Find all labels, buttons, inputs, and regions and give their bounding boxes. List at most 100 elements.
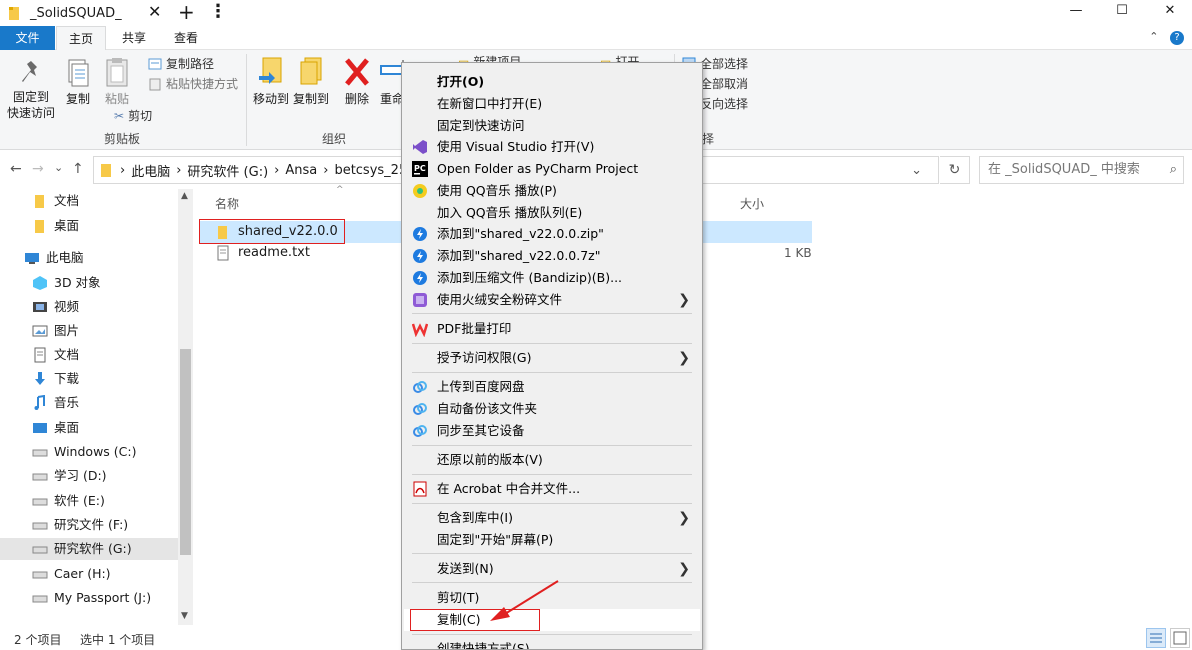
- search-icon: ⌕: [1169, 162, 1177, 177]
- scroll-up-icon[interactable]: ▲: [181, 191, 188, 201]
- menu-item-upload-baidu[interactable]: 上传到百度网盘: [404, 376, 700, 398]
- cut-button[interactable]: ✂ 剪切: [114, 108, 152, 124]
- menu-item-pin-start[interactable]: 固定到"开始"屏幕(P): [404, 529, 700, 551]
- tab-file[interactable]: 文件: [0, 26, 55, 50]
- folder-icon: [101, 164, 111, 177]
- scrollbar-thumb[interactable]: [180, 349, 191, 555]
- menu-item-acrobat-combine[interactable]: 在 Acrobat 中合并文件...: [404, 478, 700, 500]
- sidebar-item-this-pc[interactable]: 此电脑: [24, 247, 84, 269]
- sidebar-item-3d-objects[interactable]: 3D 对象: [32, 272, 101, 294]
- menu-item-sync-devices[interactable]: 同步至其它设备: [404, 420, 700, 442]
- menu-item-auto-backup[interactable]: 自动备份该文件夹: [404, 398, 700, 420]
- delete-button[interactable]: 删除: [340, 56, 374, 107]
- paste-shortcut-button[interactable]: 粘贴快捷方式: [148, 76, 238, 92]
- up-button[interactable]: ↑: [72, 161, 84, 177]
- search-input[interactable]: 在 _SolidSQUAD_ 中搜索 ⌕: [979, 156, 1184, 184]
- menu-item-qq-music-queue[interactable]: 加入 QQ音乐 播放队列(E): [404, 202, 700, 224]
- tab-share[interactable]: 共享: [110, 26, 158, 50]
- forward-button[interactable]: →: [32, 161, 44, 177]
- sidebar-item-drive-f[interactable]: 研究文件 (F:): [32, 514, 128, 536]
- sidebar-item-drive-e[interactable]: 软件 (E:): [32, 490, 105, 512]
- sidebar-item-label: 软件 (E:): [54, 493, 105, 508]
- sidebar-scrollbar[interactable]: ▲ ▼: [178, 189, 193, 625]
- menu-item-label: 在 Acrobat 中合并文件...: [437, 481, 581, 496]
- tab-home[interactable]: 主页: [56, 26, 106, 50]
- menu-item-qq-music-play[interactable]: 使用 QQ音乐 播放(P): [404, 180, 700, 202]
- menu-item-pdf-batch-print[interactable]: PDF批量打印: [404, 318, 700, 340]
- tab-view[interactable]: 查看: [162, 26, 210, 50]
- menu-item-open-visual-studio[interactable]: 使用 Visual Studio 打开(V): [404, 136, 700, 158]
- menu-separator: [412, 343, 692, 344]
- sidebar-item-drive-g[interactable]: 研究软件 (G:): [0, 538, 178, 560]
- copy-path-button[interactable]: 复制路径: [148, 56, 214, 72]
- scroll-down-icon[interactable]: ▼: [181, 611, 188, 621]
- copy-to-icon: [300, 57, 322, 85]
- menu-item-label: 加入 QQ音乐 播放队列(E): [437, 205, 583, 220]
- sidebar-item-drive-d[interactable]: 学习 (D:): [32, 465, 107, 487]
- sidebar-item-videos[interactable]: 视频: [32, 296, 79, 318]
- sidebar-item-desktop[interactable]: 桌面: [32, 417, 79, 439]
- drive-icon: [32, 595, 48, 603]
- tab-close-icon[interactable]: ✕: [148, 2, 161, 21]
- sidebar-item-documents-quick[interactable]: 文档: [32, 190, 79, 212]
- breadcrumb-sep: ›: [176, 162, 182, 178]
- delete-label: 删除: [344, 92, 369, 106]
- menu-item-add-archive[interactable]: 添加到压缩文件 (Bandizip)(B)...: [404, 267, 700, 289]
- copy-button[interactable]: 复制: [60, 58, 96, 107]
- select-none-label: 全部取消: [700, 77, 749, 91]
- pin-quick-access-button[interactable]: 固定到 快速访问: [6, 58, 56, 121]
- sidebar-item-label: 文档: [54, 193, 80, 208]
- move-to-button[interactable]: 移动到: [252, 56, 290, 107]
- menu-item-label: 添加到"shared_v22.0.0.zip": [437, 226, 604, 241]
- help-icon[interactable]: ?: [1170, 31, 1184, 45]
- sidebar-item-music[interactable]: 音乐: [32, 392, 79, 414]
- menu-item-pycharm[interactable]: PC Open Folder as PyCharm Project: [404, 158, 700, 180]
- sidebar-item-drive-c[interactable]: Windows (C:): [32, 441, 136, 463]
- menu-item-grant-access[interactable]: 授予访问权限(G) ❯: [404, 347, 700, 369]
- menu-item-label: 自动备份该文件夹: [437, 401, 538, 416]
- download-icon: [35, 372, 45, 385]
- more-options-icon[interactable]: ⋮: [209, 0, 227, 24]
- menu-item-include-library[interactable]: 包含到库中(I) ❯: [404, 507, 700, 529]
- menu-item-label: 固定到"开始"屏幕(P): [437, 532, 554, 547]
- details-view-icon: [1150, 633, 1162, 643]
- sidebar-item-desktop-quick[interactable]: 桌面: [32, 215, 79, 237]
- copy-to-button[interactable]: 复制到: [292, 56, 330, 107]
- menu-item-restore-previous[interactable]: 还原以前的版本(V): [404, 449, 700, 471]
- explorer-tab[interactable]: _SolidSQUAD_ ✕: [0, 0, 168, 26]
- menu-item-create-shortcut[interactable]: 创建快捷方式(S): [404, 638, 700, 649]
- menu-item-add-zip[interactable]: 添加到"shared_v22.0.0.zip": [404, 223, 700, 245]
- recent-locations-button[interactable]: ⌄: [54, 161, 63, 174]
- breadcrumb-ansa[interactable]: Ansa: [285, 163, 317, 178]
- maximize-button[interactable]: ☐: [1102, 0, 1142, 24]
- breadcrumb-drive-g[interactable]: 研究软件 (G:): [187, 161, 268, 180]
- sidebar-item-pictures[interactable]: 图片: [32, 320, 79, 342]
- ribbon-expand-icon[interactable]: ⌃: [1149, 30, 1158, 43]
- menu-item-pin-quick-access[interactable]: 固定到快速访问: [404, 115, 700, 137]
- menu-item-huorong-shred[interactable]: 使用火绒安全粉碎文件 ❯: [404, 289, 700, 311]
- back-button[interactable]: ←: [10, 161, 22, 177]
- pin-icon: [22, 61, 37, 82]
- menu-item-label: 上传到百度网盘: [437, 379, 525, 394]
- close-window-button[interactable]: ✕: [1150, 0, 1190, 24]
- sidebar-item-documents[interactable]: 文档: [32, 344, 79, 366]
- menu-separator: [412, 503, 692, 504]
- sidebar-item-label: 研究文件 (F:): [54, 517, 129, 532]
- menu-item-add-7z[interactable]: 添加到"shared_v22.0.0.7z": [404, 245, 700, 267]
- large-icons-view-button[interactable]: [1170, 628, 1190, 648]
- breadcrumb-this-pc[interactable]: 此电脑: [131, 161, 170, 180]
- sidebar-item-drive-j[interactable]: My Passport (J:): [32, 587, 151, 609]
- details-view-button[interactable]: [1146, 628, 1166, 648]
- column-header-size[interactable]: 大小: [740, 195, 764, 212]
- paste-button[interactable]: 粘贴: [100, 56, 134, 107]
- copy-to-label: 复制到: [292, 92, 329, 106]
- new-tab-button[interactable]: +: [178, 0, 195, 24]
- refresh-button[interactable]: ↻: [940, 156, 970, 184]
- column-header-name[interactable]: 名称: [215, 195, 239, 212]
- sidebar-item-downloads[interactable]: 下载: [32, 368, 79, 390]
- sidebar-item-drive-h[interactable]: Caer (H:): [32, 563, 111, 585]
- menu-item-open-new-window[interactable]: 在新窗口中打开(E): [404, 93, 700, 115]
- address-dropdown-icon[interactable]: ⌄: [911, 163, 922, 178]
- minimize-button[interactable]: —: [1056, 0, 1096, 24]
- menu-item-open[interactable]: 打开(O): [404, 71, 700, 93]
